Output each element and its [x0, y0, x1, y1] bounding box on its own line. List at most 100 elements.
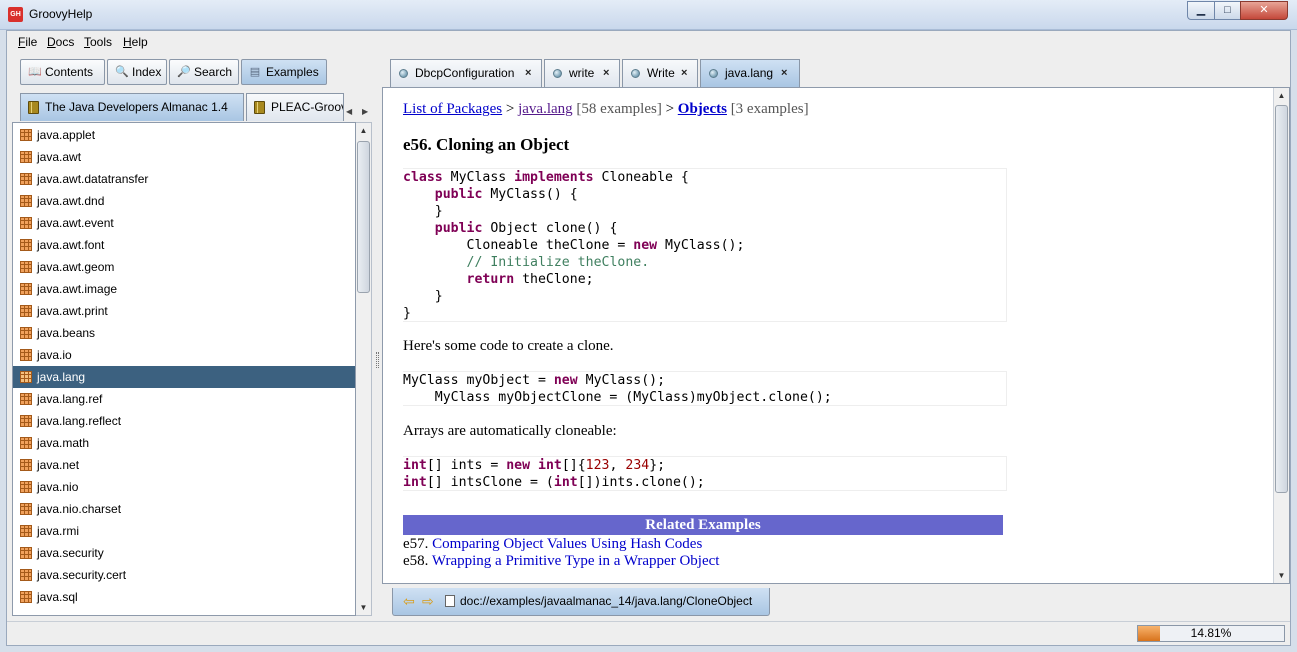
package-icon: [20, 393, 32, 405]
scroll-down-arrow-icon[interactable]: ▼: [356, 600, 371, 615]
package-item[interactable]: java.awt.dnd: [13, 190, 355, 212]
package-item[interactable]: java.beans: [13, 322, 355, 344]
close-tab-icon[interactable]: ×: [681, 60, 687, 86]
package-item[interactable]: java.awt.geom: [13, 256, 355, 278]
related-example-id: e57.: [403, 536, 429, 552]
nav-examples-button[interactable]: ▤ Examples: [241, 59, 327, 85]
nav-examples-label: Examples: [266, 65, 319, 79]
package-label: java.awt.font: [37, 238, 105, 252]
book-open-icon: 📖: [28, 66, 42, 78]
doc-tab-java-lang[interactable]: java.lang ×: [700, 59, 800, 87]
breadcrumb-category-link[interactable]: Objects: [678, 101, 727, 117]
related-example-link[interactable]: Comparing Object Values Using Hash Codes: [432, 536, 702, 552]
scroll-up-arrow-icon[interactable]: ▲: [1274, 88, 1289, 103]
package-item[interactable]: java.lang: [13, 366, 355, 388]
progress-bar: 14.81%: [1137, 625, 1285, 642]
package-item[interactable]: java.awt: [13, 146, 355, 168]
package-icon: [20, 239, 32, 251]
package-label: java.lang.reflect: [37, 414, 122, 428]
scroll-down-arrow-icon[interactable]: ▼: [1274, 568, 1289, 583]
package-item[interactable]: java.nio: [13, 476, 355, 498]
package-label: java.awt.print: [37, 304, 108, 318]
scroll-up-arrow-icon[interactable]: ▲: [356, 123, 371, 138]
page-icon: [445, 595, 455, 607]
status-bar: 14.81%: [7, 621, 1290, 645]
book-tab-java-almanac[interactable]: The Java Developers Almanac 1.4: [20, 93, 244, 121]
scrollbar-thumb[interactable]: [1275, 105, 1288, 493]
package-label: java.sql: [37, 590, 78, 604]
package-label: java.lang.ref: [37, 392, 103, 406]
menu-tools[interactable]: Tools: [84, 35, 112, 49]
package-icon: [20, 327, 32, 339]
nav-index-button[interactable]: 🔍 Index: [107, 59, 167, 85]
close-tab-icon[interactable]: ×: [781, 60, 787, 86]
package-icon: [20, 437, 32, 449]
maximize-button[interactable]: □: [1214, 1, 1241, 20]
package-item[interactable]: java.rmi: [13, 520, 355, 542]
menu-docs-mnemonic: D: [47, 35, 56, 49]
doc-tab-write[interactable]: write ×: [544, 59, 620, 87]
package-item[interactable]: java.sql: [13, 586, 355, 608]
breadcrumb-separator: >: [502, 101, 519, 117]
related-example-id: e58.: [403, 553, 429, 569]
package-icon: [20, 569, 32, 581]
doc-tab-label: java.lang: [725, 66, 774, 80]
splitter-grip-icon[interactable]: [376, 352, 379, 368]
package-icon: [20, 547, 32, 559]
tab-scroll-left-icon[interactable]: ◀: [346, 107, 352, 116]
address-url: doc://examples/javaalmanac_14/java.lang/…: [460, 594, 753, 608]
package-label: java.security: [37, 546, 104, 560]
package-item[interactable]: java.security: [13, 542, 355, 564]
scrollbar-thumb[interactable]: [357, 141, 370, 293]
nav-search-button[interactable]: 🔎 Search: [169, 59, 239, 85]
code-block-create-clone: MyClass myObject = new MyClass(); MyClas…: [403, 371, 1007, 406]
package-item[interactable]: java.awt.font: [13, 234, 355, 256]
minimize-button[interactable]: ▁: [1187, 1, 1215, 20]
package-item[interactable]: java.lang.reflect: [13, 410, 355, 432]
package-item[interactable]: java.lang.ref: [13, 388, 355, 410]
menu-docs[interactable]: Docs: [47, 35, 74, 49]
back-arrow-icon[interactable]: ⇦: [403, 594, 419, 608]
package-label: java.io: [37, 348, 72, 362]
package-icon: [20, 195, 32, 207]
doc-tab-dbcpconfiguration[interactable]: DbcpConfiguration ×: [390, 59, 542, 87]
menu-file[interactable]: File: [18, 35, 37, 49]
package-item[interactable]: java.net: [13, 454, 355, 476]
package-item[interactable]: java.math: [13, 432, 355, 454]
book-tab-pleac-groovy[interactable]: PLEAC-Groovy: [246, 93, 344, 121]
package-label: java.awt.dnd: [37, 194, 105, 208]
panel-splitter[interactable]: [375, 57, 381, 619]
forward-arrow-icon[interactable]: ⇨: [422, 594, 438, 608]
close-window-button[interactable]: ✕: [1240, 1, 1288, 20]
package-item[interactable]: java.applet: [13, 124, 355, 146]
close-tab-icon[interactable]: ×: [603, 60, 609, 86]
nav-contents-button[interactable]: 📖 Contents: [20, 59, 105, 85]
package-icon: [20, 503, 32, 515]
close-tab-icon[interactable]: ×: [525, 60, 531, 86]
content-scrollbar[interactable]: ▲ ▼: [1273, 88, 1289, 583]
package-item[interactable]: java.security.cert: [13, 564, 355, 586]
related-example-item: e57. Comparing Object Values Using Hash …: [403, 536, 702, 553]
doc-tab-label: DbcpConfiguration: [415, 66, 515, 80]
package-item[interactable]: java.awt.image: [13, 278, 355, 300]
find-icon: 🔎: [177, 66, 191, 78]
tab-scroll-right-icon[interactable]: ▶: [362, 107, 368, 116]
breadcrumb-separator: >: [661, 101, 678, 117]
package-label: java.awt.image: [37, 282, 118, 296]
package-icon: [20, 173, 32, 185]
breadcrumb-package-link[interactable]: java.lang: [518, 101, 573, 117]
package-item[interactable]: java.awt.datatransfer: [13, 168, 355, 190]
package-item[interactable]: java.awt.event: [13, 212, 355, 234]
html-content: List of Packages > java.lang [58 example…: [383, 88, 1273, 583]
package-icon: [20, 415, 32, 427]
package-item[interactable]: java.nio.charset: [13, 498, 355, 520]
related-example-link[interactable]: Wrapping a Primitive Type in a Wrapper O…: [432, 553, 720, 569]
doc-tab-label: write: [569, 66, 595, 80]
breadcrumb-list-of-packages-link[interactable]: List of Packages: [403, 101, 502, 117]
package-item[interactable]: java.io: [13, 344, 355, 366]
menu-help[interactable]: Help: [123, 35, 148, 49]
package-item[interactable]: java.awt.print: [13, 300, 355, 322]
doc-tab-write-2[interactable]: Write ×: [622, 59, 698, 87]
globe-icon: [709, 69, 718, 78]
package-list-scrollbar[interactable]: ▲ ▼: [356, 122, 372, 616]
